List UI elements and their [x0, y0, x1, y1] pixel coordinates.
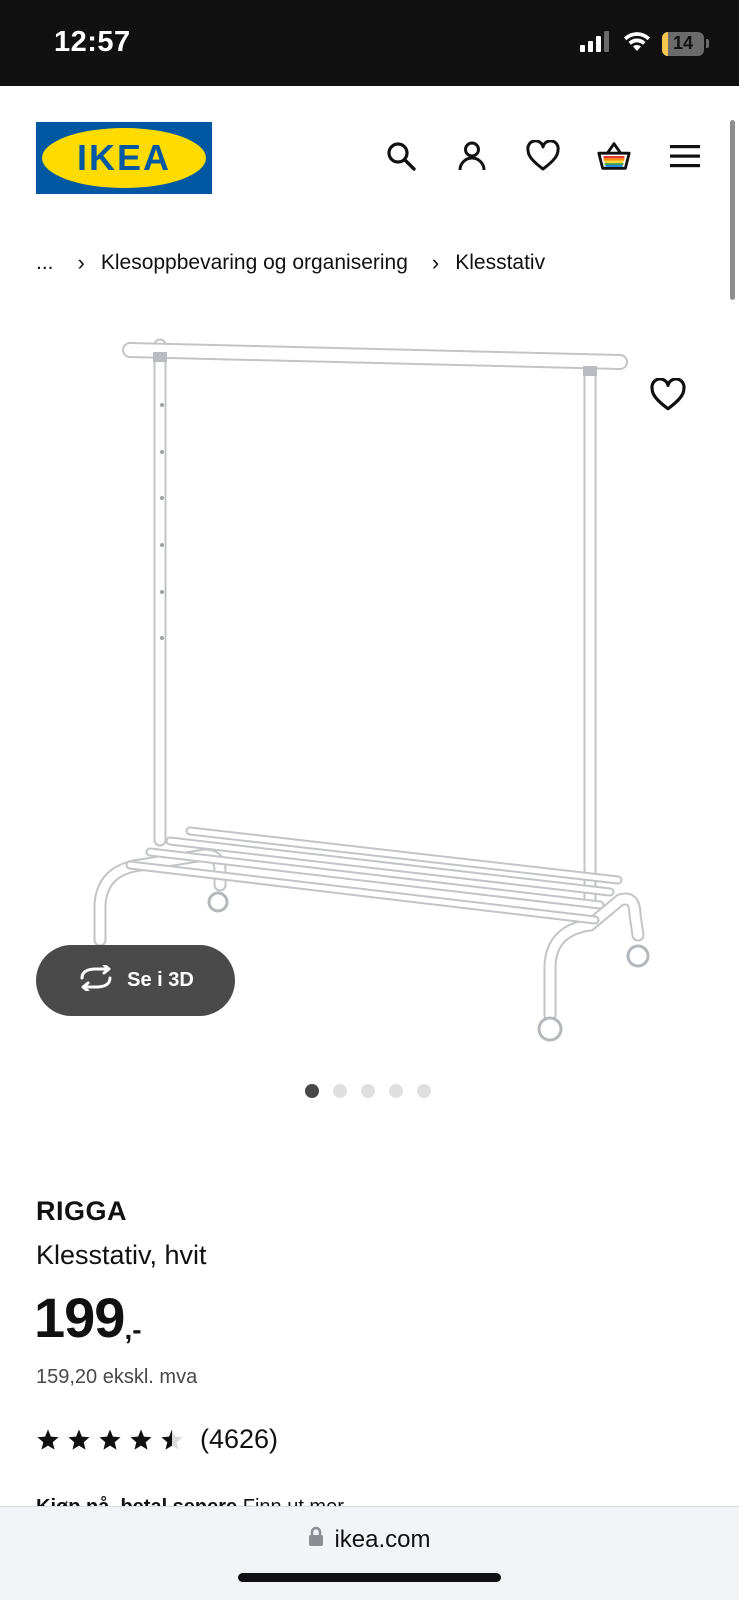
star-icon	[99, 1429, 121, 1450]
breadcrumb-item[interactable]: Klesstativ	[455, 251, 545, 275]
price-integer: 199	[34, 1286, 125, 1349]
product-description: Klesstativ, hvit	[36, 1240, 207, 1270]
breadcrumb-item[interactable]: Klesoppbevaring og organisering	[101, 251, 408, 275]
breadcrumb-ellipsis[interactable]: ...	[36, 251, 54, 275]
view-in-3d-label: Se i 3D	[127, 969, 194, 991]
star-icon	[161, 1429, 183, 1450]
pagination-dot[interactable]	[305, 1084, 319, 1098]
url-text: ikea.com	[334, 1525, 431, 1553]
star-icon	[130, 1429, 152, 1450]
battery-icon: 14	[662, 31, 709, 56]
header-actions	[383, 138, 703, 174]
status-bar: 12:57 14	[0, 0, 739, 86]
price-decimals: ,-	[124, 1314, 142, 1345]
product-rating[interactable]: (4626)	[36, 1424, 278, 1455]
site-header: IKEA	[0, 86, 739, 226]
status-icons: 14	[580, 30, 709, 57]
image-pagination	[305, 1084, 431, 1098]
ikea-logo[interactable]: IKEA	[36, 122, 212, 194]
rotate-3d-icon	[77, 963, 115, 997]
chevron-right-icon: ›	[431, 250, 440, 275]
price-excl-vat: 159,20 ekskl. mva	[36, 1366, 198, 1388]
add-to-favourites-icon[interactable]	[650, 377, 686, 414]
menu-icon[interactable]	[667, 138, 703, 174]
lock-icon	[308, 1525, 324, 1554]
page-scrollbar[interactable]	[730, 120, 735, 300]
battery-level: 14	[672, 33, 694, 53]
breadcrumb: ... › Klesoppbevaring og organisering › …	[36, 250, 545, 276]
shopping-basket-icon[interactable]	[596, 138, 632, 174]
pagination-dot[interactable]	[333, 1084, 347, 1098]
signal-icon	[580, 30, 612, 57]
star-icon	[68, 1429, 90, 1450]
pagination-dot[interactable]	[389, 1084, 403, 1098]
browser-url-bar[interactable]: ikea.com	[0, 1506, 739, 1600]
search-icon[interactable]	[383, 138, 419, 174]
product-name: RIGGA	[36, 1196, 128, 1226]
logo-text: IKEA	[76, 137, 171, 178]
rating-stars	[36, 1428, 184, 1452]
wifi-icon	[622, 30, 652, 57]
heart-icon[interactable]	[525, 138, 561, 174]
pagination-dot[interactable]	[361, 1084, 375, 1098]
chevron-right-icon: ›	[77, 250, 85, 275]
pagination-dot[interactable]	[417, 1084, 431, 1098]
home-indicator[interactable]	[238, 1573, 501, 1582]
account-icon[interactable]	[454, 138, 490, 174]
product-price: 199 ,-	[34, 1290, 142, 1346]
view-in-3d-button[interactable]: Se i 3D	[36, 945, 235, 1016]
status-time: 12:57	[54, 26, 131, 58]
star-icon	[37, 1429, 59, 1450]
review-count[interactable]: (4626)	[200, 1424, 278, 1455]
